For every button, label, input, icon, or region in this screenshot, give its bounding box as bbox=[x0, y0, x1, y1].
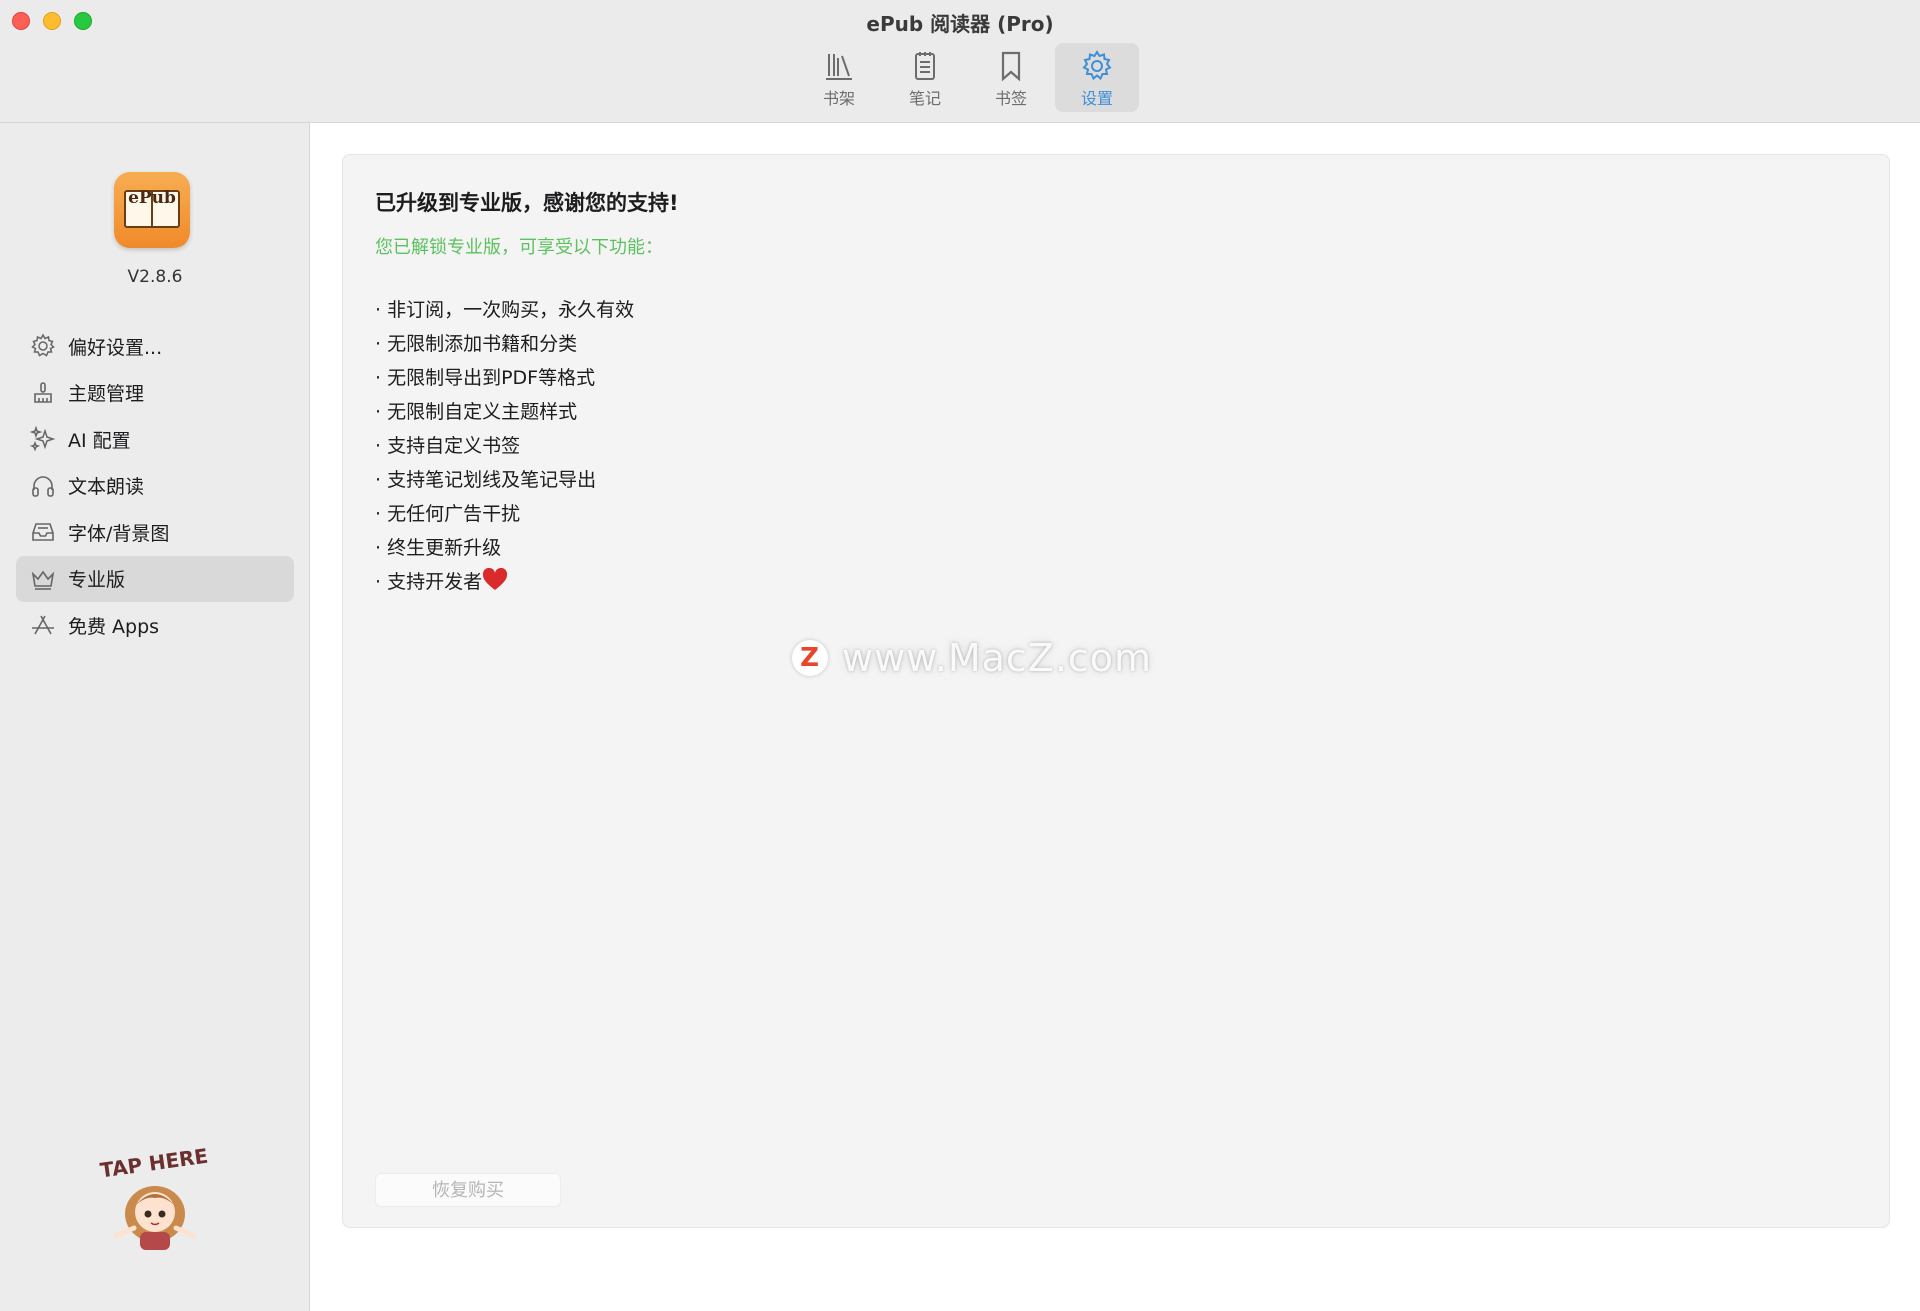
crown-icon bbox=[31, 570, 55, 590]
app-version: V2.8.6 bbox=[127, 267, 183, 287]
headphones-icon bbox=[32, 475, 54, 497]
sidebar-item-label: AI 配置 bbox=[68, 429, 131, 452]
tab-notes-label: 笔记 bbox=[908, 89, 941, 108]
sidebar-item-pro[interactable]: 专业版 bbox=[16, 555, 294, 602]
bookmark-icon bbox=[1001, 51, 1021, 82]
pro-subheading: 您已解锁专业版，可享受以下功能： bbox=[375, 237, 663, 258]
app-icon: ePub bbox=[114, 172, 190, 248]
tab-notes[interactable]: 笔记 bbox=[883, 43, 967, 112]
pro-info-panel: 已升级到专业版，感谢您的支持! 您已解锁专业版，可享受以下功能： 非订阅，一次购… bbox=[342, 154, 1890, 1228]
tab-bookmarks-label: 书签 bbox=[994, 89, 1027, 108]
list-item: 无限制自定义主题样式 bbox=[375, 395, 634, 429]
sidebar-item-label: 偏好设置... bbox=[68, 336, 163, 359]
gear-icon bbox=[1082, 50, 1112, 81]
title-bar: ePub 阅读器 (Pro) 书架 笔记 书签 设置 bbox=[0, 0, 1920, 123]
watermark: Z www.MacZ.com bbox=[792, 636, 1152, 680]
sidebar-menu: 偏好设置... 主题管理 AI 配置 文本朗读 字体/背景图 专业版 免费 Ap… bbox=[16, 323, 294, 649]
sidebar-item-label: 字体/背景图 bbox=[68, 522, 170, 545]
toolbar: 书架 笔记 书签 设置 bbox=[797, 43, 1139, 112]
list-item: 非订阅，一次购买，永久有效 bbox=[375, 293, 634, 327]
sidebar-item-free-apps[interactable]: 免费 Apps bbox=[16, 602, 294, 648]
sidebar-item-ai-config[interactable]: AI 配置 bbox=[16, 416, 294, 462]
sidebar-item-themes[interactable]: 主题管理 bbox=[16, 370, 294, 416]
heart-icon bbox=[483, 568, 508, 590]
tap-here-mascot[interactable]: TAP HERE bbox=[98, 1144, 213, 1259]
tray-icon bbox=[32, 523, 54, 541]
tab-bookshelf[interactable]: 书架 bbox=[797, 43, 881, 112]
app-store-icon bbox=[32, 615, 54, 635]
watermark-text: www.MacZ.com bbox=[842, 636, 1153, 680]
sidebar-item-fonts-backgrounds[interactable]: 字体/背景图 bbox=[16, 509, 294, 555]
tab-settings-label: 设置 bbox=[1080, 89, 1113, 108]
macz-logo-icon: Z bbox=[792, 640, 828, 676]
sparkles-icon bbox=[30, 426, 56, 452]
list-item: 无限制导出到PDF等格式 bbox=[375, 361, 634, 395]
list-item: 无限制添加书籍和分类 bbox=[375, 327, 634, 361]
restore-purchase-button[interactable]: 恢复购买 bbox=[375, 1173, 561, 1207]
notes-icon bbox=[915, 52, 935, 80]
sidebar-item-text-to-speech[interactable]: 文本朗读 bbox=[16, 463, 294, 509]
sidebar-item-preferences[interactable]: 偏好设置... bbox=[16, 323, 294, 369]
list-item: 无任何广告干扰 bbox=[375, 497, 634, 531]
list-item: 终生更新升级 bbox=[375, 531, 634, 565]
brush-icon bbox=[34, 381, 52, 403]
mascot-text: TAP HERE bbox=[99, 1144, 210, 1183]
tab-bookmarks[interactable]: 书签 bbox=[969, 43, 1053, 112]
sidebar: ePub V2.8.6 偏好设置... 主题管理 AI 配置 文本朗读 字体/背… bbox=[0, 123, 310, 1311]
list-item: 支持自定义书签 bbox=[375, 429, 634, 463]
sidebar-item-label: 主题管理 bbox=[68, 383, 145, 405]
tab-bookshelf-label: 书架 bbox=[822, 89, 855, 108]
bookshelf-icon bbox=[826, 54, 852, 80]
list-item: 支持笔记划线及笔记导出 bbox=[375, 463, 634, 497]
window-title: ePub 阅读器 (Pro) bbox=[866, 12, 1054, 36]
gear-icon bbox=[31, 333, 55, 357]
tab-settings[interactable]: 设置 bbox=[1055, 43, 1139, 112]
app-icon-text: ePub bbox=[128, 188, 176, 208]
sidebar-item-label: 免费 Apps bbox=[68, 615, 160, 638]
feature-list: 非订阅，一次购买，永久有效 无限制添加书籍和分类 无限制导出到PDF等格式 无限… bbox=[375, 293, 634, 599]
sidebar-item-label: 专业版 bbox=[68, 569, 126, 591]
sidebar-item-label: 文本朗读 bbox=[68, 476, 145, 498]
page-title: 已升级到专业版，感谢您的支持! bbox=[375, 191, 679, 215]
list-item: 支持开发者 bbox=[375, 565, 634, 599]
